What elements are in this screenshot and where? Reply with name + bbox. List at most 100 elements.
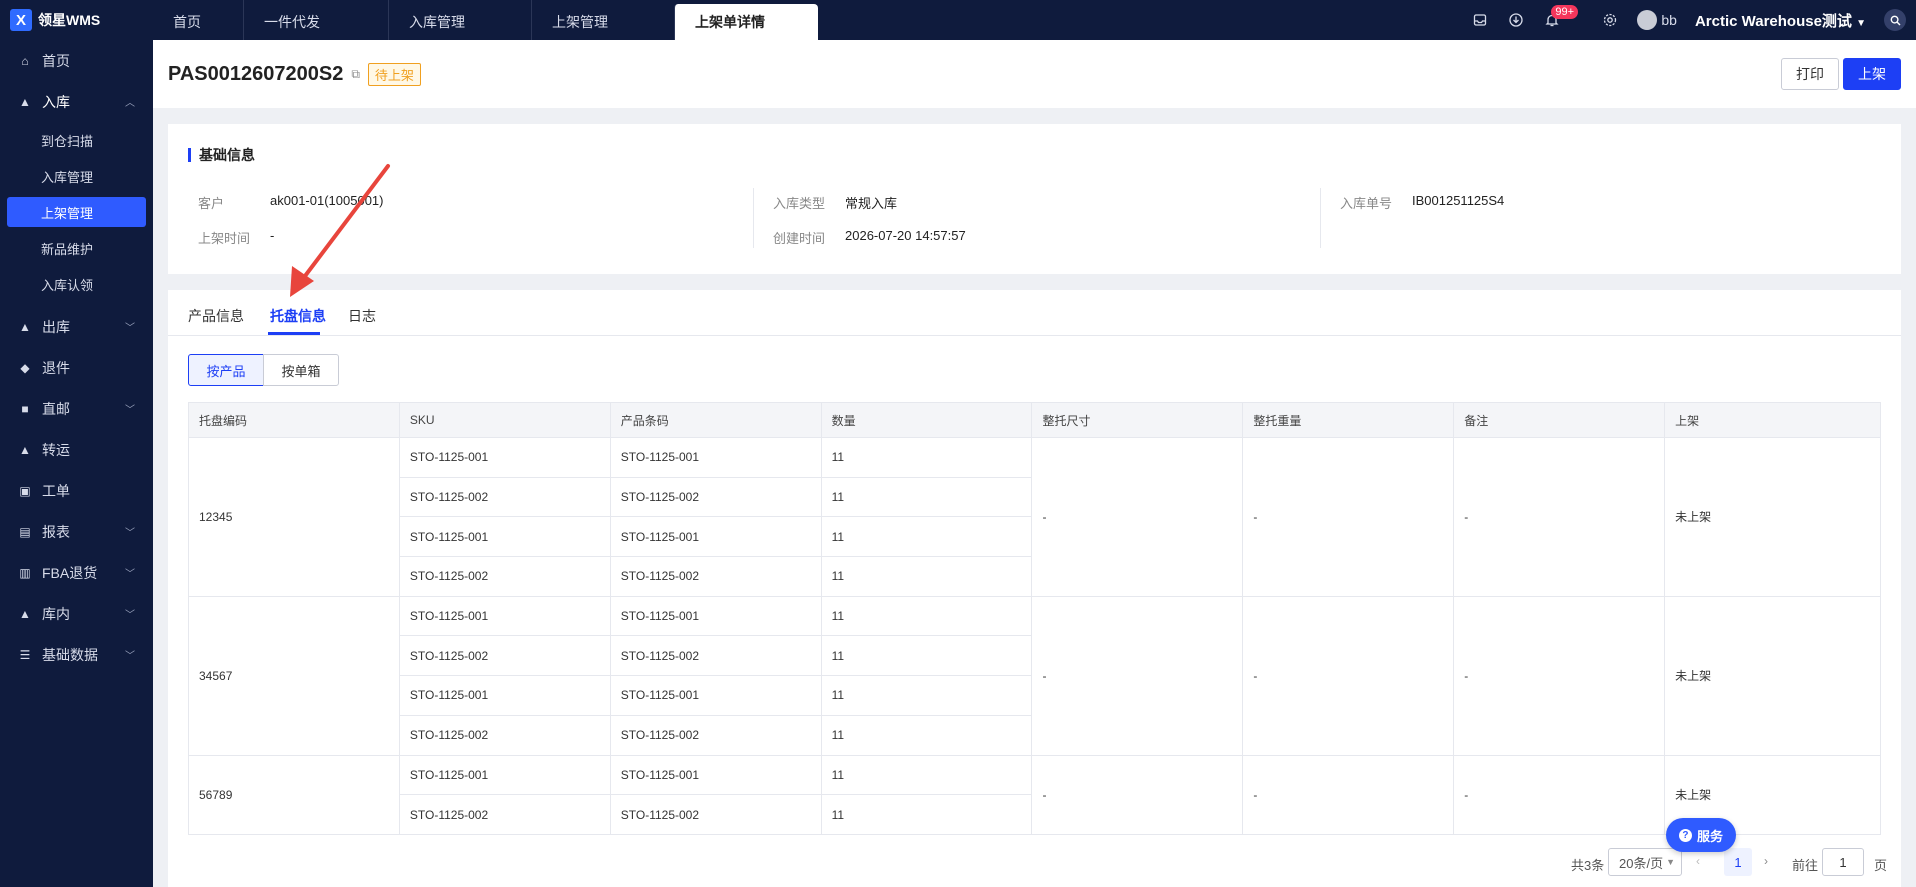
section-title: 基础信息 xyxy=(188,148,255,162)
putaway-status-cell: 未上架 xyxy=(1664,595,1881,756)
qty-cell: 11 xyxy=(820,754,1033,796)
logo[interactable]: X 领星WMS xyxy=(0,0,153,40)
print-button[interactable]: 打印 xyxy=(1781,58,1839,90)
field-value: IB001251125S4 xyxy=(1412,193,1505,208)
home-icon: ⌂ xyxy=(21,53,29,68)
field-label: 客户 xyxy=(198,196,225,211)
page-number-button[interactable]: 1 xyxy=(1724,848,1752,876)
divider xyxy=(753,188,754,248)
field-created-time: 创建时间 2026-07-20 14:57:57 xyxy=(773,228,966,247)
segment-by-product[interactable]: 按产品 xyxy=(188,354,264,386)
sidebar-item-work-order[interactable]: ▣ 工单 xyxy=(0,470,153,511)
qty-cell: 11 xyxy=(820,635,1033,677)
tab-log[interactable]: 日志 xyxy=(348,306,376,326)
inbox-icon[interactable] xyxy=(1471,11,1489,29)
copy-icon[interactable]: ⧉ xyxy=(351,67,360,82)
chevron-up-icon: ︿ xyxy=(125,98,135,109)
top-tab-inbound[interactable]: 入库管理 xyxy=(388,0,531,40)
sidebar-subitem-arrival-scan[interactable]: 到仓扫描 xyxy=(0,122,153,158)
pallet-size-cell: - xyxy=(1031,754,1244,835)
sku-cell: STO-1125-002 xyxy=(398,714,611,756)
sidebar-item-label: 退件 xyxy=(42,359,70,376)
sidebar-item-label: 直邮 xyxy=(42,400,70,417)
top-tabs: 首页 一件代发 入库管理 上架管理 上架单详情 xyxy=(153,0,818,40)
sidebar-subitem-new-product[interactable]: 新品维护 xyxy=(0,230,153,266)
work-order-icon: ▣ xyxy=(19,483,31,498)
column-header: 整托重量 xyxy=(1242,402,1455,438)
top-tab-putaway-detail[interactable]: 上架单详情 xyxy=(674,4,818,40)
search-icon[interactable] xyxy=(1884,9,1906,31)
prev-page-icon[interactable]: ‹ xyxy=(1696,854,1700,868)
sidebar-item-master-data[interactable]: ☰ 基础数据 ﹀ xyxy=(0,634,153,675)
sidebar-item-in-warehouse[interactable]: ▲ 库内 ﹀ xyxy=(0,593,153,634)
qty-cell: 11 xyxy=(820,714,1033,756)
goto-label: 前往 xyxy=(1792,858,1819,873)
warehouse-selector[interactable]: Arctic Warehouse测试 ▼ xyxy=(1695,10,1866,31)
next-page-icon[interactable]: › xyxy=(1764,854,1768,868)
barcode-cell: STO-1125-001 xyxy=(609,595,822,637)
sidebar-item-fba-returns[interactable]: ▥ FBA退货 ﹀ xyxy=(0,552,153,593)
sidebar-item-inbound[interactable]: ▲ 入库 ︿ xyxy=(0,81,153,122)
page-size-select[interactable]: 20条/页 ▼ xyxy=(1608,848,1682,876)
qty-cell: 11 xyxy=(820,556,1033,597)
gear-icon[interactable] xyxy=(1601,11,1619,29)
sidebar-subitem-putaway-management[interactable]: 上架管理 xyxy=(7,197,146,227)
download-icon[interactable] xyxy=(1507,11,1525,29)
sidebar-item-label: 首页 xyxy=(42,52,70,69)
field-inbound-no: 入库单号 IB001251125S4 xyxy=(1340,193,1504,212)
sidebar-item-label: 基础数据 xyxy=(42,646,98,663)
barcode-cell: STO-1125-001 xyxy=(609,754,822,796)
basic-info-card: 基础信息 客户 ak001-01(1005001) 上架时间 - 入库类型 常规… xyxy=(168,124,1901,274)
sidebar-item-label: 入库 xyxy=(42,93,70,110)
sidebar-subitem-inbound-claim[interactable]: 入库认领 xyxy=(0,266,153,302)
tab-pallet-info[interactable]: 托盘信息 xyxy=(270,306,326,326)
sidebar-item-label: 报表 xyxy=(42,523,70,540)
sku-cell: STO-1125-001 xyxy=(398,754,611,796)
sidebar-item-reports[interactable]: ▤ 报表 ﹀ xyxy=(0,511,153,552)
chevron-down-icon: ﹀ xyxy=(125,528,135,539)
sidebar-item-outbound[interactable]: ▲ 出库 ﹀ xyxy=(0,306,153,347)
sidebar-item-direct-mail[interactable]: ■ 直邮 ﹀ xyxy=(0,388,153,429)
outbound-icon: ▲ xyxy=(19,319,31,334)
sidebar-item-home[interactable]: ⌂ 首页 xyxy=(0,40,153,81)
segment-by-box[interactable]: 按单箱 xyxy=(263,354,339,386)
logo-mark-icon: X xyxy=(10,9,32,31)
putaway-status-cell: 未上架 xyxy=(1664,437,1881,597)
pallet-code-cell: 56789 xyxy=(188,754,400,835)
service-button[interactable]: ? 服务 xyxy=(1666,818,1736,852)
avatar xyxy=(1637,10,1658,30)
sidebar-item-label: 库内 xyxy=(42,605,70,622)
page-header: PAS0012607200S2 ⧉ 待上架 打印 上架 xyxy=(153,40,1916,108)
field-label: 入库单号 xyxy=(1340,196,1393,211)
top-right-toolbar: 99+ bb Arctic Warehouse测试 ▼ xyxy=(1471,0,1916,40)
qty-cell: 11 xyxy=(820,794,1033,835)
sku-cell: STO-1125-002 xyxy=(398,794,611,835)
sidebar-item-returns[interactable]: ◆ 退件 xyxy=(0,347,153,388)
top-tab-putaway[interactable]: 上架管理 xyxy=(531,0,674,40)
putaway-button[interactable]: 上架 xyxy=(1843,58,1901,90)
field-value: 2026-07-20 14:57:57 xyxy=(845,228,966,243)
sku-cell: STO-1125-001 xyxy=(398,595,611,637)
bell-icon[interactable]: 99+ xyxy=(1543,5,1579,29)
page-size-value: 20条/页 xyxy=(1619,855,1664,871)
field-label: 入库类型 xyxy=(773,196,826,211)
sidebar-item-label: FBA退货 xyxy=(42,564,98,581)
barcode-cell: STO-1125-001 xyxy=(609,675,822,716)
tab-product-info[interactable]: 产品信息 xyxy=(188,306,244,326)
column-header: 整托尺寸 xyxy=(1031,402,1244,438)
top-tab-dropship[interactable]: 一件代发 xyxy=(243,0,388,40)
user-menu[interactable]: bb xyxy=(1637,10,1677,30)
barcode-cell: STO-1125-002 xyxy=(609,794,822,835)
sidebar-item-label: 工单 xyxy=(42,482,70,499)
sidebar-subitem-inbound-management[interactable]: 入库管理 xyxy=(0,158,153,194)
service-label: 服务 xyxy=(1696,828,1723,844)
detail-tabs: 产品信息 托盘信息 日志 xyxy=(168,290,1901,336)
qty-cell: 11 xyxy=(820,516,1033,558)
goto-page-input[interactable]: 1 xyxy=(1822,848,1864,876)
logo-text: 领星WMS xyxy=(38,12,101,28)
top-tab-home[interactable]: 首页 xyxy=(153,0,243,40)
column-header: SKU xyxy=(398,402,611,438)
sidebar-item-transfer[interactable]: ▲ 转运 xyxy=(0,429,153,470)
detail-card: 产品信息 托盘信息 日志 按产品 按单箱 托盘编码 SKU 产品条码 数量 整托… xyxy=(168,290,1901,887)
remark-cell: - xyxy=(1453,437,1666,597)
